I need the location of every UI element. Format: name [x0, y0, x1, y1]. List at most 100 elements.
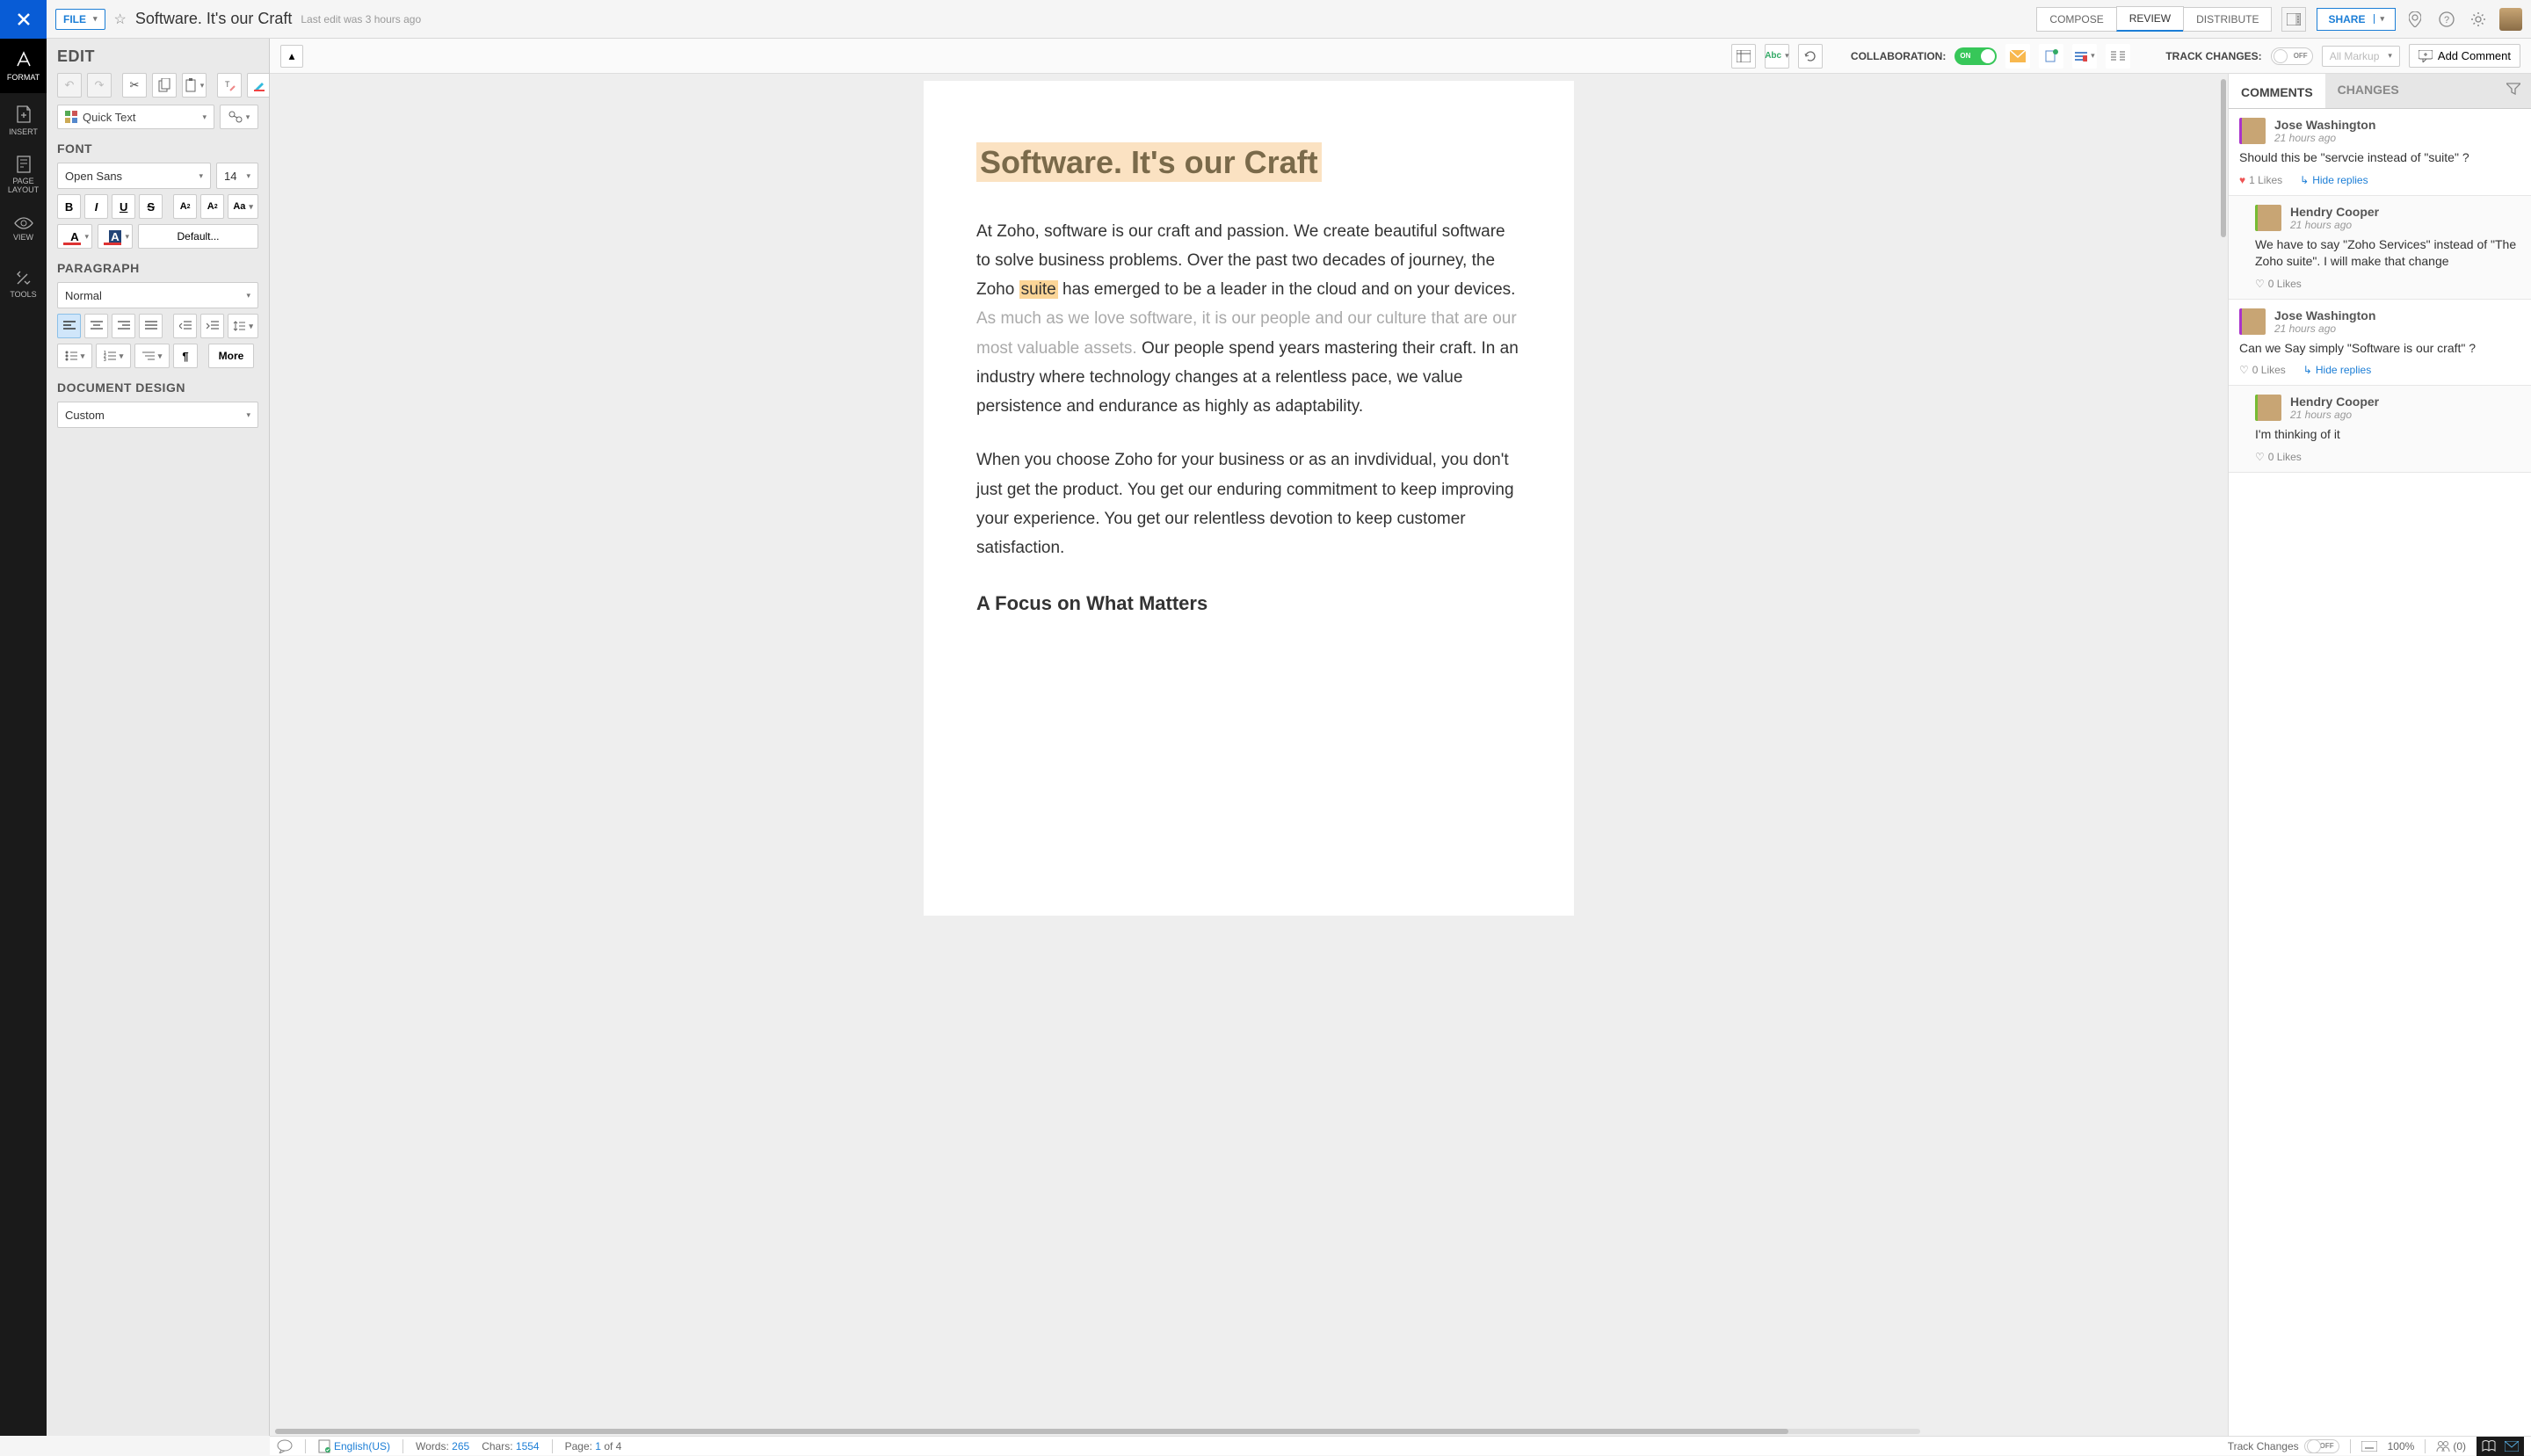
comment-thread[interactable]: Jose Washington21 hours agoShould this b… — [2229, 109, 2531, 196]
word-count[interactable]: Words: 265 — [416, 1440, 469, 1452]
page-indicator[interactable]: Page: 1 of 4 — [565, 1440, 622, 1452]
track-changes-status[interactable]: Track Changes OFF — [2228, 1439, 2339, 1453]
rail-page-layout[interactable]: PAGE LAYOUT — [0, 148, 47, 202]
undo-button[interactable]: ↶ — [57, 73, 82, 98]
rail-tools[interactable]: TOOLS — [0, 257, 47, 311]
markup-view-select[interactable]: All Markup▾ — [2322, 46, 2400, 67]
number-list-button[interactable]: 123▾ — [96, 344, 131, 368]
font-size-select[interactable]: 14▾ — [216, 163, 258, 189]
comment-thread[interactable]: Jose Washington21 hours agoCan we Say si… — [2229, 300, 2531, 387]
multilevel-list-button[interactable]: ▾ — [134, 344, 170, 368]
indent-increase-button[interactable] — [200, 314, 224, 338]
columns-icon[interactable] — [2106, 44, 2130, 69]
rail-view[interactable]: VIEW — [0, 202, 47, 257]
location-icon[interactable] — [2403, 7, 2427, 32]
superscript-button[interactable]: A2 — [173, 194, 197, 219]
paste-button[interactable]: ▾ — [182, 73, 207, 98]
highlight-color-button[interactable]: A▾ — [98, 224, 133, 249]
paragraph-style-select[interactable]: Normal▾ — [57, 282, 258, 308]
mail-icon[interactable] — [2005, 44, 2030, 69]
help-icon[interactable]: ? — [2434, 7, 2459, 32]
subscript-button[interactable]: A2 — [200, 194, 224, 219]
share-button[interactable]: SHARE ▾ — [2317, 8, 2396, 31]
app-logo[interactable] — [0, 0, 47, 39]
filter-icon[interactable] — [2496, 74, 2531, 108]
add-comment-button[interactable]: Add Comment — [2409, 44, 2520, 68]
reading-view-icon[interactable] — [2482, 1440, 2496, 1452]
align-left-button[interactable] — [57, 314, 81, 338]
tab-changes[interactable]: CHANGES — [2325, 74, 2411, 108]
star-icon[interactable]: ☆ — [114, 11, 127, 28]
gear-icon[interactable] — [2466, 7, 2491, 32]
vertical-scrollbar[interactable] — [2219, 74, 2228, 1436]
bold-button[interactable]: B — [57, 194, 81, 219]
comment-likes[interactable]: ♥ 1 Likes — [2239, 174, 2282, 186]
rail-insert[interactable]: INSERT — [0, 93, 47, 148]
lock-status-icon[interactable]: ▾ — [2072, 44, 2097, 69]
document-design-select[interactable]: Custom▾ — [57, 402, 258, 428]
editor-area[interactable]: Software. It's our Craft At Zoho, softwa… — [270, 74, 2228, 1436]
format-painter-button[interactable]: T — [217, 73, 242, 98]
redo-button[interactable]: ↷ — [87, 73, 112, 98]
font-family-select[interactable]: Open Sans▾ — [57, 163, 211, 189]
char-count[interactable]: Chars: 1554 — [482, 1440, 539, 1452]
more-paragraph-button[interactable]: More — [208, 344, 254, 368]
collapse-panel-button[interactable]: ▴ — [280, 45, 303, 68]
cut-button[interactable]: ✂ — [122, 73, 147, 98]
track-changes-status-toggle[interactable]: OFF — [2304, 1439, 2339, 1453]
spellcheck-icon[interactable]: Abc▾ — [1765, 44, 1789, 69]
mail-view-icon[interactable] — [2505, 1441, 2519, 1452]
highlight-format-button[interactable] — [247, 73, 270, 98]
pilcrow-button[interactable]: ¶ — [173, 344, 198, 368]
keyboard-icon[interactable] — [2361, 1441, 2377, 1452]
doc-paragraph-2: When you choose Zoho for your business o… — [976, 445, 1521, 562]
comments-list[interactable]: Jose Washington21 hours agoShould this b… — [2229, 109, 2531, 1436]
underline-button[interactable]: U — [112, 194, 135, 219]
align-justify-button[interactable] — [139, 314, 163, 338]
quick-text-button[interactable]: Quick Text ▾ — [57, 105, 214, 129]
rail-tools-label: TOOLS — [10, 290, 36, 299]
collaboration-toggle[interactable]: ON — [1954, 47, 1997, 65]
compose-mode-button[interactable]: COMPOSE — [2036, 7, 2116, 32]
find-replace-button[interactable]: ▾ — [220, 105, 258, 129]
hide-replies-link[interactable]: ↳ Hide replies — [2300, 174, 2368, 186]
horizontal-scrollbar[interactable] — [275, 1427, 1920, 1436]
refresh-icon[interactable] — [1798, 44, 1823, 69]
zoom-indicator[interactable]: 100% — [2388, 1440, 2415, 1452]
case-button[interactable]: Aa▾ — [228, 194, 258, 219]
svg-text:3: 3 — [104, 358, 106, 361]
panel-toggle-icon[interactable] — [2281, 7, 2306, 32]
distribute-mode-button[interactable]: DISTRIBUTE — [2183, 7, 2272, 32]
italic-button[interactable]: I — [84, 194, 108, 219]
comment-reply[interactable]: Hendry Cooper21 hours agoWe have to say … — [2229, 196, 2531, 300]
rail-format[interactable]: FORMAT — [0, 39, 47, 93]
review-mode-button[interactable]: REVIEW — [2116, 6, 2184, 32]
align-right-button[interactable] — [112, 314, 135, 338]
copy-button[interactable] — [152, 73, 177, 98]
line-spacing-button[interactable]: ▾ — [228, 314, 258, 338]
comment-reply[interactable]: Hendry Cooper21 hours agoI'm thinking of… — [2229, 386, 2531, 473]
chat-icon[interactable] — [277, 1439, 293, 1453]
file-menu-button[interactable]: FILE ▾ — [55, 9, 105, 30]
indent-decrease-button[interactable] — [173, 314, 197, 338]
comment-likes[interactable]: ♡ 0 Likes — [2255, 451, 2302, 463]
user-avatar[interactable] — [2499, 8, 2522, 31]
document-title[interactable]: Software. It's our Craft — [135, 10, 293, 28]
track-changes-toggle[interactable]: OFF — [2271, 47, 2313, 65]
comment-likes[interactable]: ♡ 0 Likes — [2239, 364, 2286, 376]
comment-time: 21 hours ago — [2274, 132, 2375, 144]
comment-likes[interactable]: ♡ 0 Likes — [2255, 278, 2302, 290]
table-layout-icon[interactable] — [1731, 44, 1756, 69]
notification-icon[interactable] — [2039, 44, 2063, 69]
default-font-button[interactable]: Default... — [138, 224, 258, 249]
bullet-list-button[interactable]: ▾ — [57, 344, 92, 368]
collaborators-count[interactable]: (0) — [2436, 1440, 2466, 1452]
tab-comments[interactable]: COMMENTS — [2229, 74, 2325, 108]
font-color-button[interactable]: A▾ — [57, 224, 92, 249]
reply-arrow-icon: ↳ — [2300, 174, 2309, 186]
document-page[interactable]: Software. It's our Craft At Zoho, softwa… — [924, 81, 1574, 916]
strikethrough-button[interactable]: S — [139, 194, 163, 219]
hide-replies-link[interactable]: ↳ Hide replies — [2303, 364, 2371, 376]
language-indicator[interactable]: English(US) — [318, 1439, 390, 1453]
align-center-button[interactable] — [84, 314, 108, 338]
